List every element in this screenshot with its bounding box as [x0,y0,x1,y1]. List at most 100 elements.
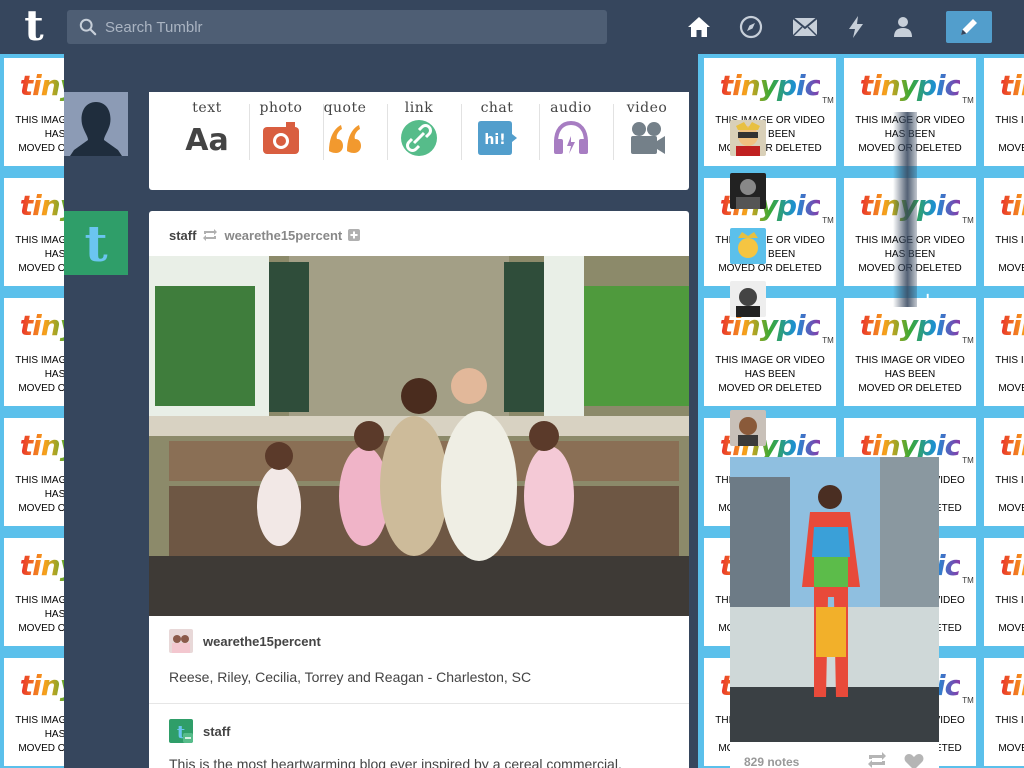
missing-image-tile: tinypicTMTHIS IMAGE OR VIDEOHAS BEENMOVE… [704,178,836,286]
missing-image-line: THIS IMAGE OR VIDEO [995,715,1024,726]
post-type-text[interactable]: text Aa [169,100,245,170]
missing-image-line: MOVED OR DELETED [998,143,1024,154]
missing-image-message: THIS IMAGE OR VIDEOHAS BEENMOVED OR DELE… [995,594,1024,636]
missing-image-message: THIS IMAGE OR VIDEOHAS BEENMOVED OR DELE… [995,474,1024,516]
missing-image-line: HAS BEEN [884,369,936,380]
post-photo[interactable] [149,256,689,616]
rainbow-outfit-photo [730,457,939,742]
missing-image-tile: tinypicTMTHIS IMAGE OR VIDEOHAS BEENMOVE… [704,58,836,166]
missing-image-tile: tinypicTMTHIS IMAGE OR VIDEOHAS BEENMOVE… [984,58,1024,166]
tumblr-logo[interactable]: t [14,5,54,48]
missing-image-line: THIS IMAGE OR VIDEO [995,475,1024,486]
reblogger-name[interactable]: staff [203,724,230,739]
follow-plus-icon[interactable]: + [921,181,934,200]
notes-count[interactable]: 829 notes [744,755,799,768]
family-photo [149,256,689,616]
text-icon: Aa [185,118,229,158]
missing-image-tile: tinypicTMTHIS IMAGE OR VIDEOHAS BEENMOVE… [704,298,836,406]
missing-image-line: HAS BEEN [995,488,1024,502]
missing-image-line: THIS IMAGE OR VIDEO [995,355,1024,366]
post-type-label: text [192,100,222,116]
missing-image-line: MOVED OR DELETED [718,263,822,274]
inbox-icon[interactable] [792,14,818,40]
heart-icon[interactable] [904,753,924,768]
missing-image-line: HAS BEEN [744,369,796,380]
follow-plus-icon[interactable]: + [921,289,934,308]
missing-image-tile: tinypicTMTHIS IMAGE OR VIDEOHAS BEENMOVE… [984,418,1024,526]
tinypic-logo: tinypic [1000,186,1024,226]
missing-image-line: MOVED OR DELETED [998,383,1024,394]
missing-image-line: MOVED OR DELETED [998,263,1024,274]
compose-button[interactable] [946,11,992,43]
quote-icon [323,118,367,158]
missing-image-message: THIS IMAGE OR VIDEO HAS BEEN MOVED OR DELE… [715,354,824,396]
link-icon [397,118,441,158]
user-avatar[interactable] [64,92,128,156]
source-row: wearethe15percent [169,629,321,653]
account-icon[interactable] [890,14,916,40]
tinypic-logo: tinypic [1000,66,1024,106]
missing-image-line: THIS IMAGE OR VIDEO [995,235,1024,246]
recommended-blog-avatar[interactable] [730,120,766,156]
follow-plus-icon[interactable]: + [921,235,934,254]
post-type-label: video [626,100,668,116]
follow-plus-icon[interactable]: + [921,418,934,437]
svg-text:hi!: hi! [484,132,505,148]
post-caption: Reese, Riley, Cecilia, Torrey and Reagan… [169,669,532,685]
reblog-icon[interactable] [866,752,888,768]
staff-avatar[interactable]: t [64,211,128,275]
radar-shadow [893,112,917,307]
post-type-chat[interactable]: chat hi! [459,100,535,170]
post-type-audio[interactable]: audio [533,100,609,170]
home-icon[interactable] [686,14,712,40]
missing-image-line: MOVED OR DELETED [998,623,1024,634]
recommended-blog-avatar[interactable] [730,281,766,317]
explore-icon[interactable] [738,14,764,40]
follow-plus-icon[interactable]: + [921,128,934,147]
missing-image-line: HAS BEEN [995,248,1024,262]
missing-image-line: THIS IMAGE OR VIDEO [855,355,965,366]
missing-image-line: MOVED OR DELETED [718,383,822,394]
post-type-link[interactable]: link [381,100,457,170]
chat-icon: hi! [475,118,519,158]
tinypic-logo: tinypic [860,306,961,346]
reblogged-from[interactable]: wearethe15percent [224,228,342,243]
missing-image-line: HAS BEEN [995,368,1024,382]
post-type-quote[interactable]: quote [307,100,383,170]
source-blog-name[interactable]: wearethe15percent [203,634,321,649]
search-box[interactable] [67,10,607,44]
missing-image-line: HAS BEEN [995,128,1024,142]
follow-plus-icon[interactable] [348,229,361,241]
post-type-video[interactable]: video [609,100,685,170]
post-author[interactable]: staff [169,228,196,243]
recommended-blog-avatar[interactable] [730,173,766,209]
video-camera-icon [625,118,669,158]
tinypic-logo: tinypic [1000,426,1024,466]
missing-image-message: THIS IMAGE OR VIDEOHAS BEENMOVED OR DELE… [855,354,964,396]
camera-icon [259,118,303,158]
missing-image-tile: tinypicTMTHIS IMAGE OR VIDEOHAS BEENMOVE… [844,298,976,406]
divider [149,703,689,704]
post-card: staff wearethe15percent wearethe15percen… [149,211,689,768]
search-input[interactable] [105,10,595,44]
source-avatar[interactable] [169,629,193,653]
tinypic-logo: tinypic [1000,666,1024,706]
missing-image-line: MOVED OR DELETED [998,743,1024,754]
recommended-blog-avatar[interactable] [730,228,766,264]
search-icon [79,18,97,36]
pencil-icon [961,19,977,35]
recommended-blog-avatar[interactable] [730,410,766,446]
reblog-icon [203,229,218,241]
post-type-label: chat [480,100,514,116]
post-type-label: audio [550,100,592,116]
missing-image-message: THIS IMAGE OR VIDEO HAS BEENMOVED OR DELE… [995,354,1024,396]
missing-image-line: HAS BEEN [995,728,1024,742]
reblogger-avatar[interactable]: t [169,719,193,743]
activity-icon[interactable] [843,14,869,40]
radar-photo[interactable] [730,457,939,742]
missing-image-line: THIS IMAGE OR VIDEO [995,115,1024,126]
reblog-comment: This is the most heartwarming blog ever … [169,756,622,768]
missing-image-tile: tinypicTMTHIS IMAGE OR VIDEOHAS BEENMOVE… [984,658,1024,766]
staff-avatar-logo: t [84,213,108,273]
missing-image-line: THIS IMAGE OR VIDEO [715,355,825,366]
